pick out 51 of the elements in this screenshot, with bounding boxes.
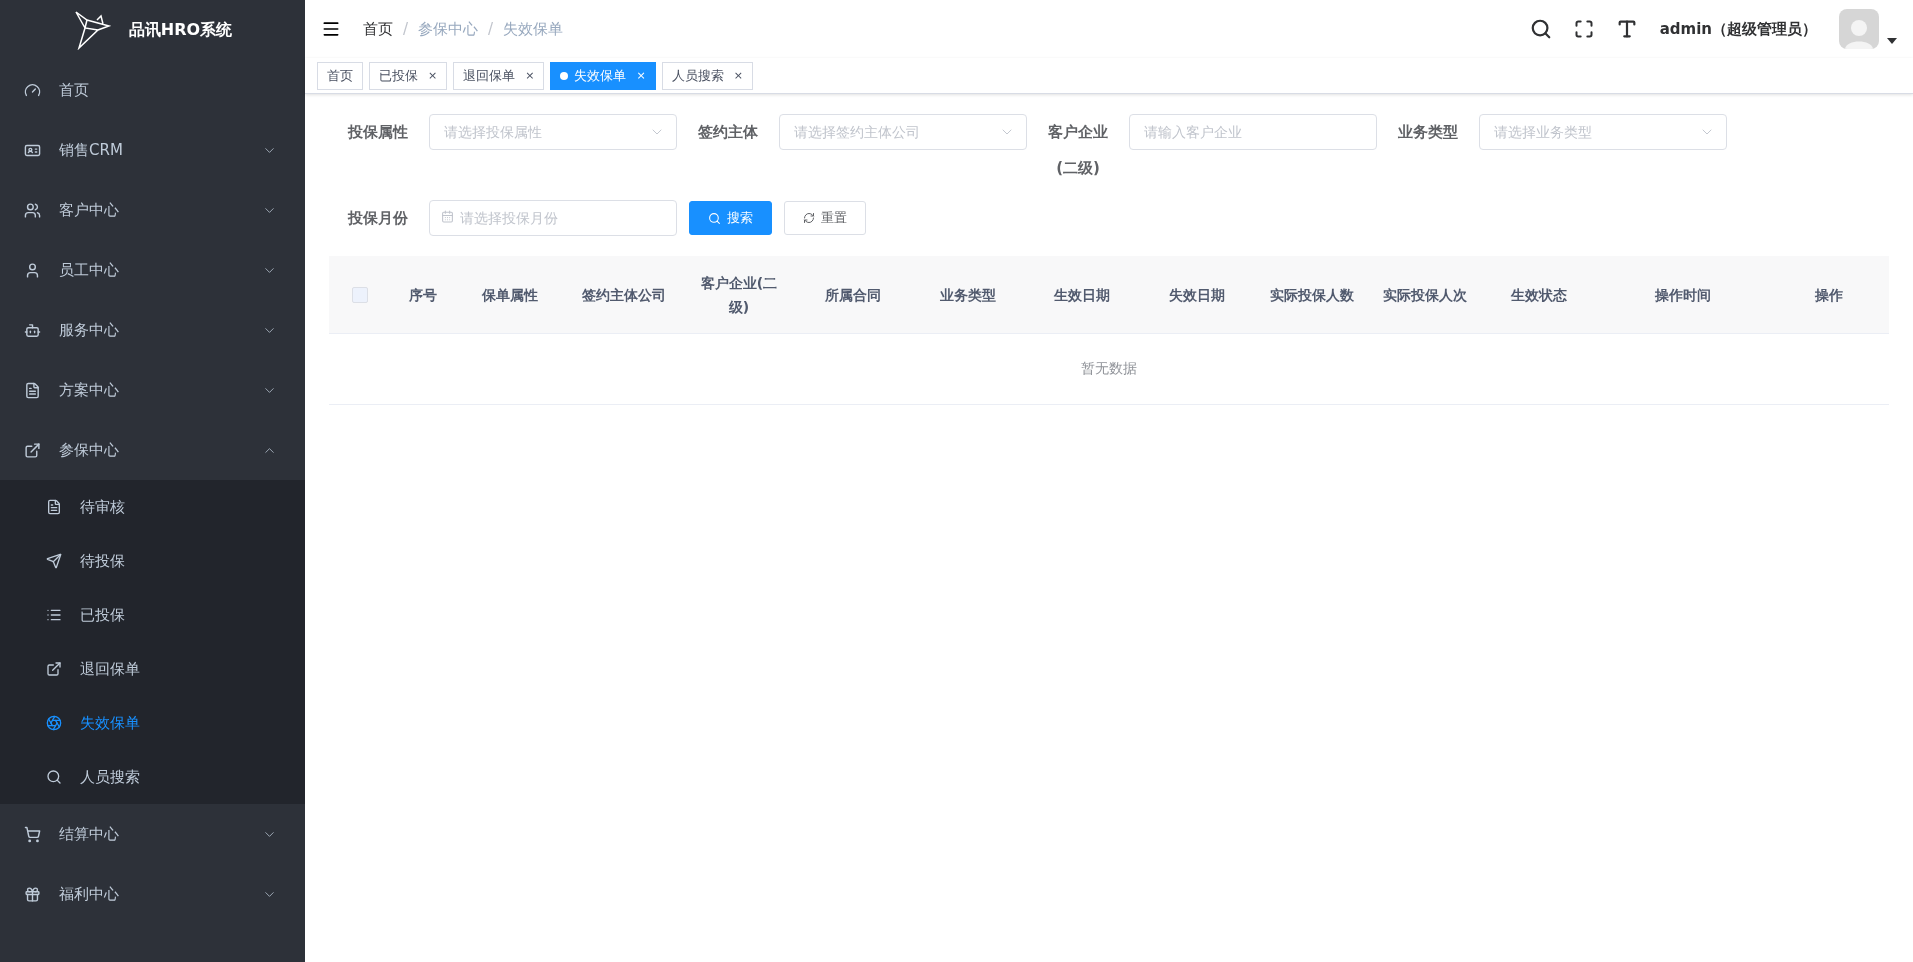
column-header: 序号 <box>408 285 438 305</box>
select-field[interactable]: 请选择投保属性 <box>429 114 677 150</box>
empty-text: 暂无数据 <box>1081 360 1137 378</box>
breadcrumb-separator: / <box>403 20 409 38</box>
active-dot <box>560 71 569 80</box>
page-tab[interactable]: 首页 <box>317 61 363 90</box>
submenu-item[interactable]: 失效保单 <box>0 696 305 750</box>
calendar-icon <box>441 210 454 223</box>
refresh-icon <box>803 212 815 224</box>
column-header: 操作 <box>1814 285 1844 305</box>
column-header: 实际投保人次 <box>1382 285 1468 305</box>
select-all-checkbox[interactable] <box>352 286 368 303</box>
page-tab[interactable]: 已投保 × <box>369 61 448 90</box>
column-header: 客户企业(二级) <box>699 273 779 317</box>
submenu-item[interactable]: 已投保 <box>0 588 305 642</box>
breadcrumb-separator: / <box>488 20 494 38</box>
filter-label: 投保月份 <box>346 208 409 229</box>
caret-icon[interactable] <box>1887 38 1897 44</box>
filter-label: 业务类型 <box>1397 122 1459 143</box>
select-field[interactable]: 请选择签约主体公司 <box>779 114 1027 150</box>
submenu-item[interactable]: 退回保单 <box>0 642 305 696</box>
column-header: 业务类型 <box>939 285 997 305</box>
fullscreen-icon[interactable] <box>1573 19 1594 39</box>
breadcrumb-item[interactable]: 首页 <box>363 19 393 39</box>
input-field[interactable]: 请输入客户企业 <box>1129 114 1377 150</box>
filter-label: 签约主体 <box>697 122 759 143</box>
column-header: 操作时间 <box>1654 285 1712 305</box>
submenu-item[interactable]: 待审核 <box>0 480 305 534</box>
search-icon <box>708 211 721 225</box>
select-field[interactable]: 请选择业务类型 <box>1479 114 1727 150</box>
reset-button[interactable]: 重置 <box>784 201 866 235</box>
page-tab[interactable]: 退回保单 × <box>453 61 545 90</box>
month-picker[interactable]: 请选择投保月份 <box>429 200 677 236</box>
column-header: 所属合同 <box>824 285 882 305</box>
column-header: 保单属性 <box>481 285 539 305</box>
logo-icon <box>72 10 111 50</box>
breadcrumb-item: 失效保单 <box>503 19 564 39</box>
column-header: 签约主体公司 <box>581 285 667 305</box>
column-header: 失效日期 <box>1168 285 1226 305</box>
submenu-item[interactable]: 人员搜索 <box>0 750 305 804</box>
filter-label: 投保属性 <box>346 122 409 143</box>
submenu-item[interactable]: 待投保 <box>0 534 305 588</box>
column-header: 实际投保人数 <box>1269 285 1355 305</box>
page-tab[interactable]: 人员搜索 × <box>661 61 753 90</box>
search-icon[interactable] <box>1529 18 1552 40</box>
user-name: admin（超级管理员） <box>1659 19 1817 39</box>
column-header: 生效日期 <box>1053 285 1111 305</box>
user-silhouette-icon <box>1844 17 1874 49</box>
app-title: 品讯HRO系统 <box>128 19 233 41</box>
filter-label: 客户企业(二级) <box>1047 122 1109 179</box>
column-header: 生效状态 <box>1510 285 1568 305</box>
